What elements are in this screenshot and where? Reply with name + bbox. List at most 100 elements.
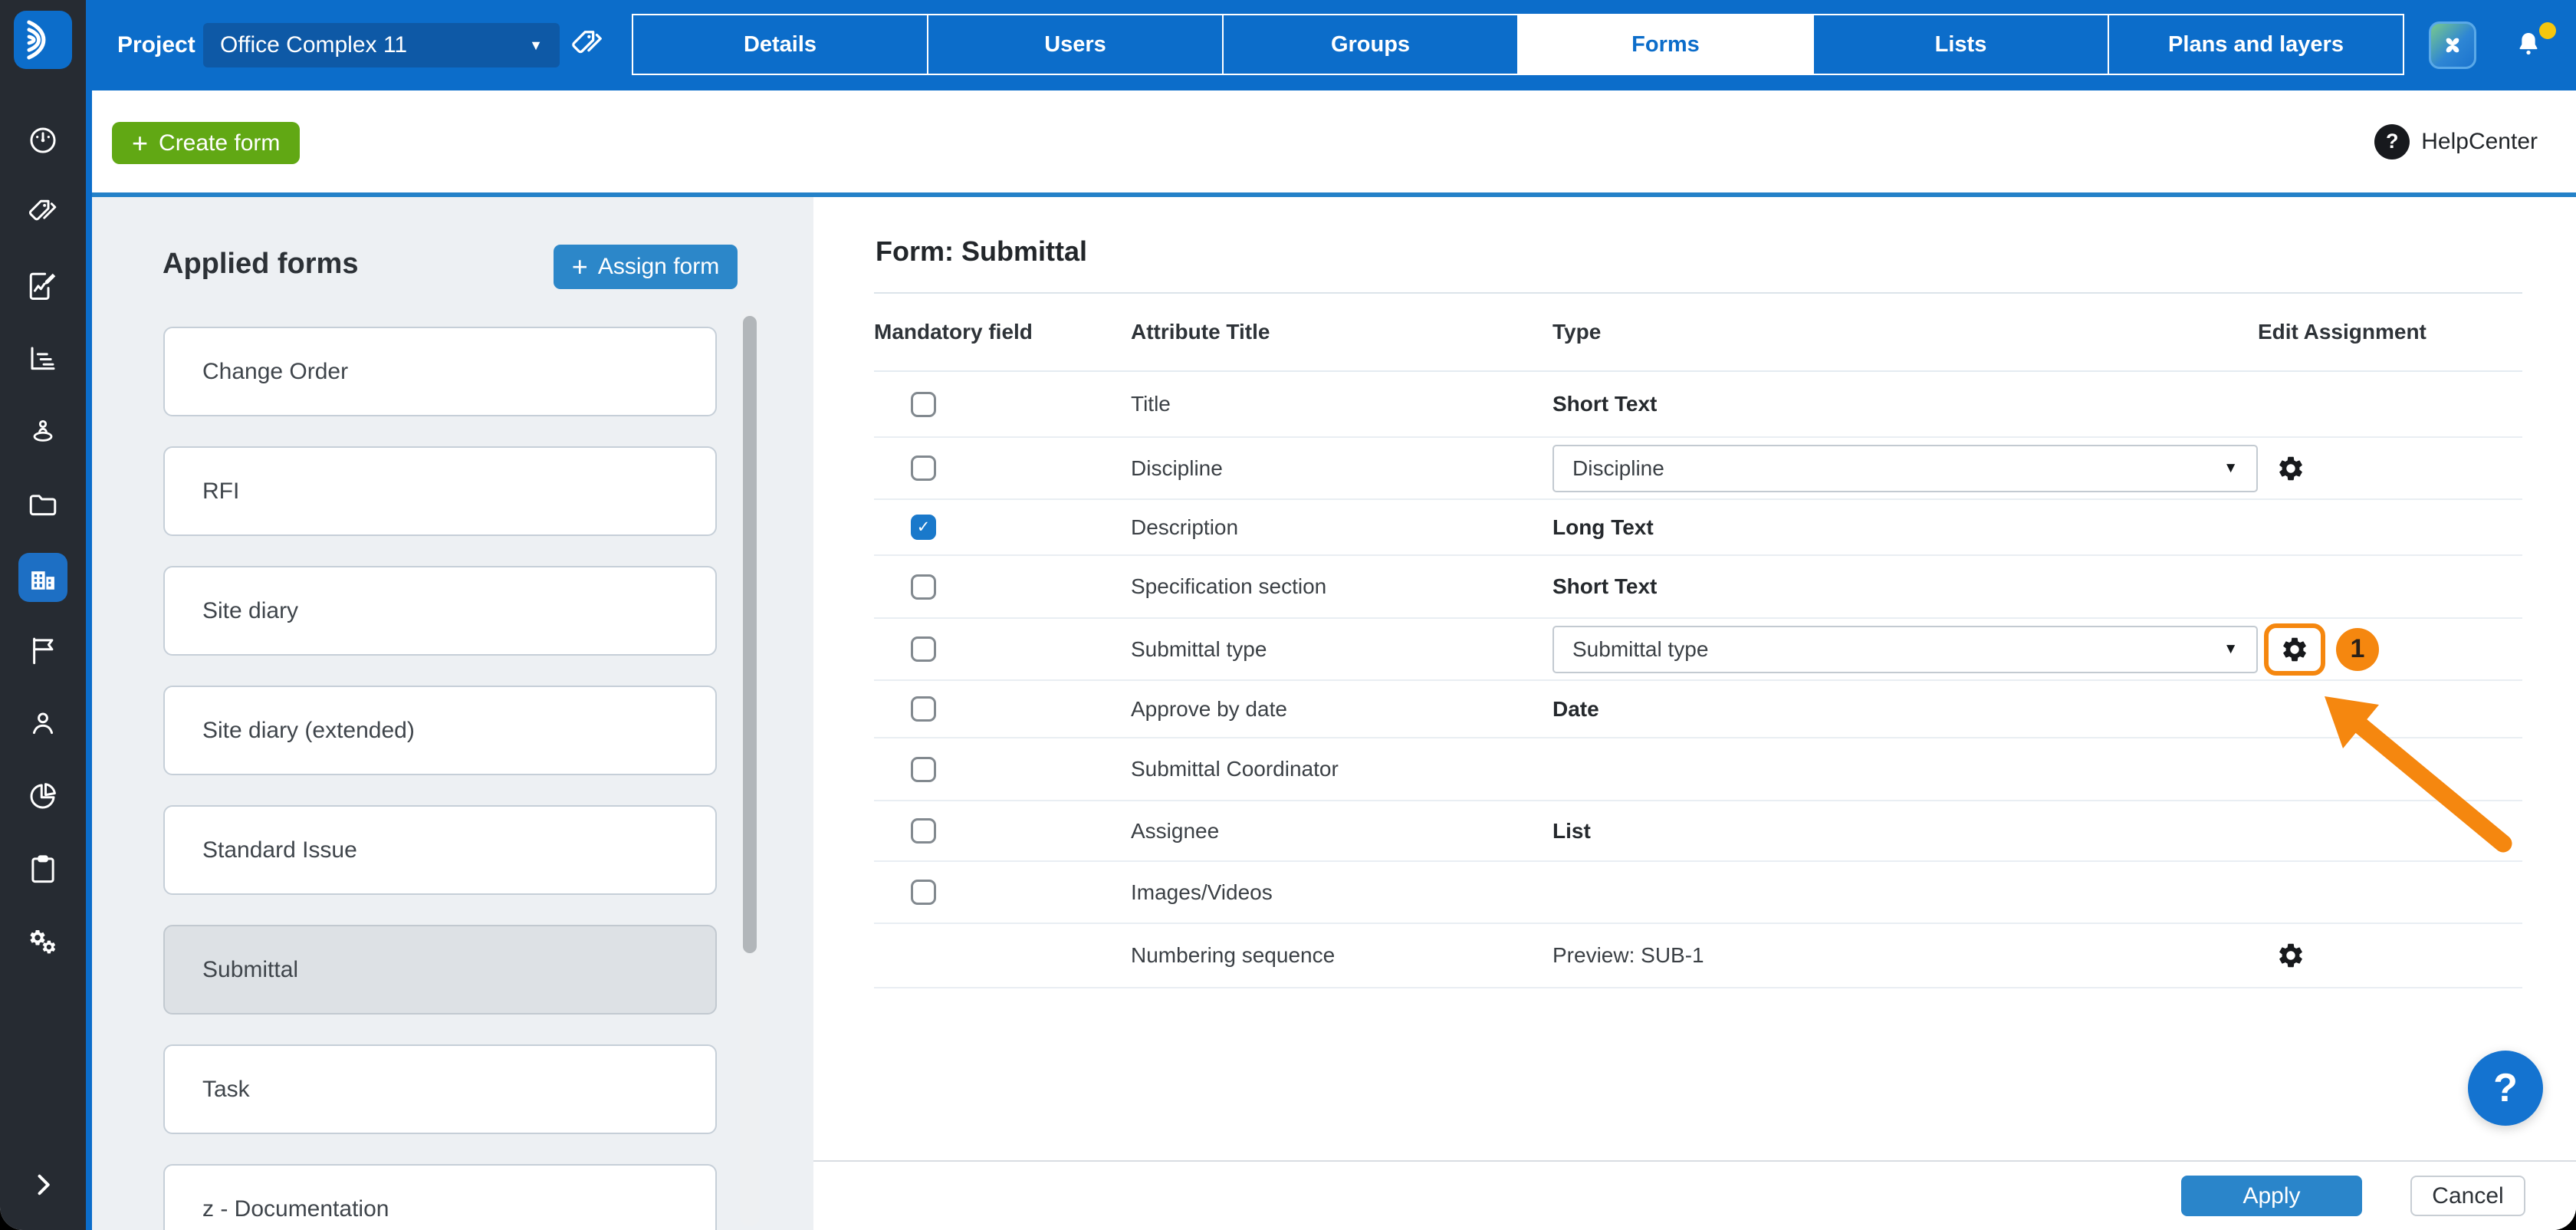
form-card-rfi[interactable]: RFI [163,446,717,536]
notifications-button[interactable] [2513,22,2556,63]
form-card-submittal[interactable]: Submittal [163,925,717,1015]
mandatory-checkbox[interactable]: ✓ [911,636,936,662]
tab-users[interactable]: Users [927,14,1224,75]
annotation-highlight-box [2264,623,2325,676]
sidebar-item-clipboard[interactable] [18,844,67,893]
mandatory-checkbox[interactable]: ✓ [911,756,936,782]
mandatory-checkbox[interactable]: ✓ [911,574,936,600]
sidebar-item-user[interactable] [18,699,67,748]
attribute-title-cell: Assignee [1131,819,1552,844]
table-row-numbering-sequence: Numbering sequence Preview: SUB-1 [874,924,2522,988]
help-center-link[interactable]: ? HelpCenter [2374,90,2538,192]
form-card-task[interactable]: Task [163,1044,717,1134]
form-card-change-order[interactable]: Change Order [163,327,717,416]
tags-icon [27,197,59,229]
apps-button[interactable] [2429,21,2476,69]
chevron-right-icon [29,1171,57,1199]
buildings-icon [27,561,59,594]
attribute-title-cell: Images/Videos [1131,880,1552,905]
content-area: Applied forms + Assign form Change Order… [92,197,2576,1230]
type-value: Short Text [1552,574,1658,598]
type-dropdown[interactable]: Submittal type ▼ [1552,625,2258,673]
mandatory-checkbox[interactable]: ✓ [911,818,936,844]
type-value: List [1552,818,1591,843]
app-window: Project Office Complex 11 ▼ Details Users… [0,0,2576,1230]
mandatory-cell: ✓ [874,756,1131,782]
attribute-title: Numbering sequence [1131,943,1336,967]
sidebar-item-chart[interactable] [18,334,67,383]
scrollbar-track[interactable] [740,309,760,1226]
form-detail-panel: Form: Submittal Mandatory field Attribut… [813,197,2576,1230]
create-form-button[interactable]: + Create form [112,122,301,164]
mandatory-checkbox[interactable]: ✓ [911,696,936,722]
gear-icon[interactable] [2280,635,2309,664]
sidebar-collapse-button[interactable] [0,1171,86,1199]
type-cell: Submittal type ▼ [1552,625,2258,673]
tab-lists[interactable]: Lists [1812,14,2109,75]
table-row-title: ✓ Title Short Text [874,372,2522,438]
edit-assignment-cell [2258,454,2522,483]
table-row-specification-section: ✓ Specification section Short Text [874,556,2522,619]
mandatory-cell: ✓ [874,880,1131,905]
sidebar-nav [0,116,86,966]
mandatory-cell: ✓ [874,515,1131,540]
attribute-title-cell: Discipline [1131,456,1552,481]
applied-forms-title: Applied forms [163,248,359,280]
project-selector[interactable]: Office Complex 11 ▼ [203,23,560,67]
table-row-discipline: ✓ Discipline Discipline▼ [874,438,2522,500]
sidebar-item-folder[interactable] [18,480,67,529]
type-cell: Date [1552,697,2258,722]
mandatory-checkbox[interactable]: ✓ [911,391,936,417]
table-header-row: Mandatory field Attribute Title Type Edi… [874,294,2522,372]
sidebar-item-settings-gears[interactable] [18,917,67,966]
attribute-title: Submittal Coordinator [1131,757,1339,781]
footer-actions: Apply Cancel [813,1160,2576,1230]
notification-dot [2539,22,2556,39]
mandatory-checkbox[interactable]: ✓ [911,515,936,540]
form-card-standard-issue[interactable]: Standard Issue [163,805,717,895]
help-button[interactable]: ? [2468,1051,2543,1126]
cancel-button[interactable]: Cancel [2410,1176,2525,1216]
gear-icon[interactable] [2276,941,2305,970]
assign-form-button[interactable]: + Assign form [554,245,738,289]
attribute-title: Description [1131,515,1239,539]
table-row-images-videos: ✓ Images/Videos [874,862,2522,924]
sidebar-item-pie-chart[interactable] [18,771,67,821]
sidebar-item-flag[interactable] [18,626,67,675]
sidebar-item-tags[interactable] [18,189,67,238]
column-header-edit-assignment: Edit Assignment [2258,320,2426,344]
form-card-site-diary-extended[interactable]: Site diary (extended) [163,686,717,775]
mandatory-cell: ✓ [874,818,1131,844]
tags-icon[interactable] [570,28,605,63]
project-selector-value: Office Complex 11 [220,32,407,58]
app-logo [14,11,72,69]
app-sidebar [0,0,92,1230]
gear-icon[interactable] [2276,454,2305,483]
sidebar-item-buildings[interactable] [18,553,67,602]
tab-forms[interactable]: Forms [1517,14,1814,75]
type-dropdown[interactable]: Discipline ▼ [1552,444,2258,492]
form-card-z-documentation[interactable]: z - Documentation [163,1164,717,1230]
annotation-badge: 1 [2336,627,2379,671]
scrollbar-thumb[interactable] [743,316,757,953]
tab-groups[interactable]: Groups [1222,14,1519,75]
tab-plans-and-layers[interactable]: Plans and layers [2108,14,2404,75]
attribute-title-cell: Specification section [1131,574,1552,599]
question-icon: ? [2374,123,2410,160]
column-header-type: Type [1552,320,1602,344]
sidebar-item-person-location[interactable] [18,407,67,456]
sidebar-item-form-edit[interactable] [18,261,67,311]
mandatory-checkbox[interactable]: ✓ [911,455,936,481]
apply-button[interactable]: Apply [2181,1176,2362,1216]
caret-down-icon: ▼ [2223,640,2238,657]
type-cell: Preview: SUB-1 [1552,943,2258,968]
applied-forms-panel: Applied forms + Assign form Change Order… [92,197,813,1230]
table-row-description: ✓ Description Long Text [874,500,2522,556]
edit-assignment-cell [2258,941,2522,970]
attribute-title: Images/Videos [1131,880,1273,904]
sidebar-item-gauge[interactable] [18,116,67,165]
tab-details[interactable]: Details [632,14,928,75]
attribute-title-cell: Description [1131,515,1552,540]
form-card-site-diary[interactable]: Site diary [163,566,717,656]
mandatory-checkbox[interactable]: ✓ [911,880,936,905]
